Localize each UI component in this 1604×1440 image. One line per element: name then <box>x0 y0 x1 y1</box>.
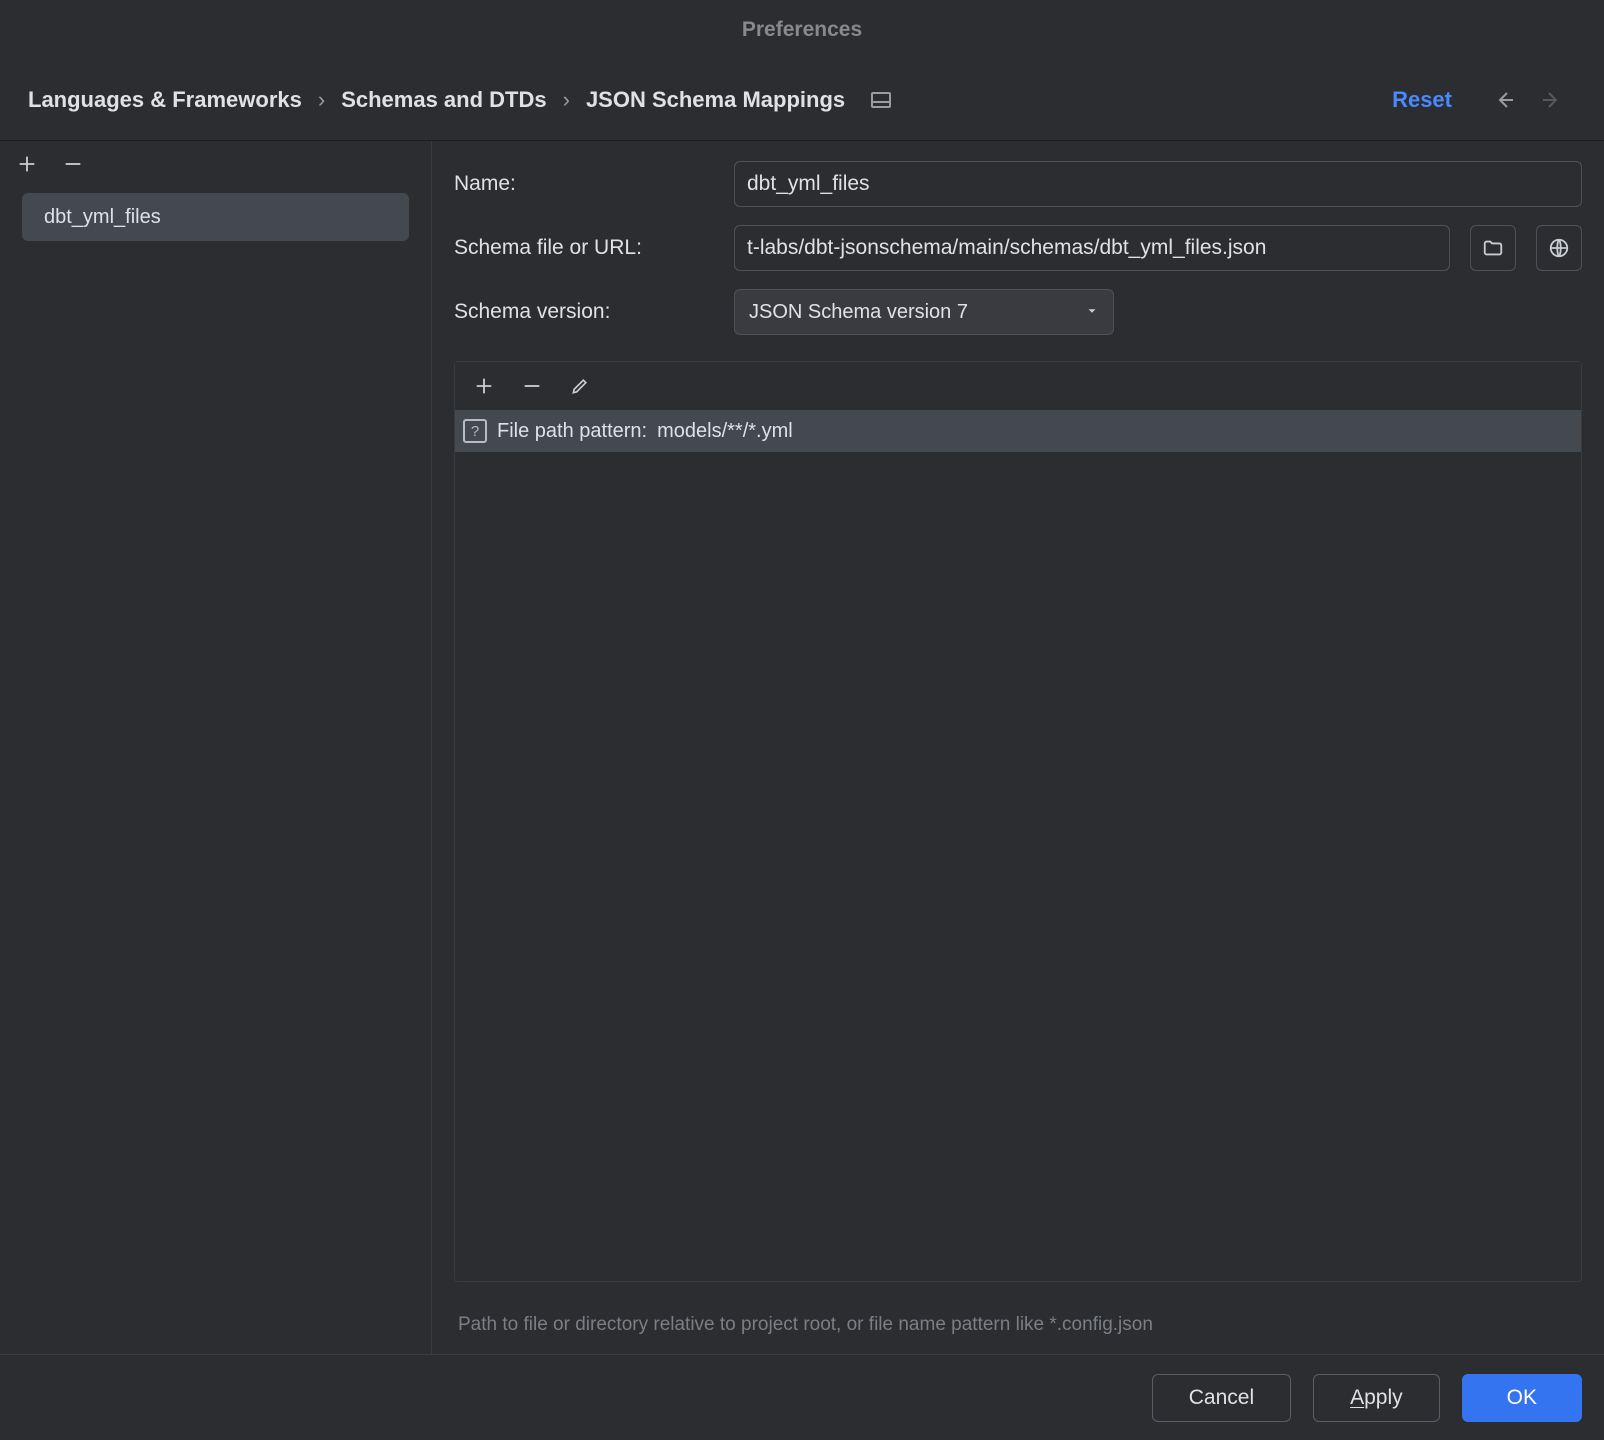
preferences-body: dbt_yml_files Name: Schema file or URL: <box>0 140 1604 1354</box>
schema-detail-panel: Name: Schema file or URL: Schema version… <box>432 141 1604 1354</box>
pattern-toolbar <box>455 362 1581 410</box>
schema-list-sidebar: dbt_yml_files <box>0 141 432 1354</box>
breadcrumb-item[interactable]: Schemas and DTDs <box>341 87 546 113</box>
name-label: Name: <box>454 172 714 196</box>
nav-forward-button[interactable] <box>1538 86 1566 114</box>
pattern-row[interactable]: ? File path pattern: models/**/*.yml <box>455 410 1581 452</box>
window-title: Preferences <box>742 18 862 42</box>
remove-schema-button[interactable] <box>56 147 90 181</box>
chevron-right-icon: › <box>563 87 570 113</box>
cancel-button[interactable]: Cancel <box>1152 1374 1291 1422</box>
apply-button-label: Apply <box>1350 1386 1403 1410</box>
breadcrumb: Languages & Frameworks › Schemas and DTD… <box>28 87 891 113</box>
dialog-footer: Cancel Apply OK <box>0 1354 1604 1440</box>
schema-version-label: Schema version: <box>454 300 714 324</box>
pattern-value: models/**/*.yml <box>657 420 793 443</box>
pattern-hint: Path to file or directory relative to pr… <box>454 1300 1582 1354</box>
reset-link[interactable]: Reset <box>1392 87 1452 113</box>
nav-back-button[interactable] <box>1490 86 1518 114</box>
edit-pattern-button[interactable] <box>563 369 597 403</box>
panel-icon <box>871 92 891 108</box>
remove-pattern-button[interactable] <box>515 369 549 403</box>
schema-version-select[interactable]: JSON Schema version 7 <box>734 289 1114 335</box>
add-schema-button[interactable] <box>10 147 44 181</box>
preferences-window: Preferences Languages & Frameworks › Sch… <box>0 0 1604 1440</box>
ok-button-label: OK <box>1507 1386 1537 1410</box>
schema-list: dbt_yml_files <box>0 187 431 1354</box>
name-input[interactable] <box>734 161 1582 207</box>
pattern-list: ? File path pattern: models/**/*.yml <box>455 410 1581 1281</box>
breadcrumb-item[interactable]: Languages & Frameworks <box>28 87 302 113</box>
add-pattern-button[interactable] <box>467 369 501 403</box>
schema-list-item[interactable]: dbt_yml_files <box>22 193 409 241</box>
chevron-right-icon: › <box>318 87 325 113</box>
schema-list-toolbar <box>0 141 431 187</box>
browse-url-button[interactable] <box>1536 225 1582 271</box>
cancel-button-label: Cancel <box>1189 1386 1254 1410</box>
pattern-type-icon: ? <box>463 419 487 443</box>
schema-file-input[interactable] <box>734 225 1450 271</box>
ok-button[interactable]: OK <box>1462 1374 1582 1422</box>
schema-list-item-label: dbt_yml_files <box>44 206 161 229</box>
window-titlebar: Preferences <box>0 0 1604 60</box>
breadcrumb-item[interactable]: JSON Schema Mappings <box>586 87 845 113</box>
preferences-header: Languages & Frameworks › Schemas and DTD… <box>0 60 1604 140</box>
schema-version-value: JSON Schema version 7 <box>749 301 968 324</box>
schema-file-label: Schema file or URL: <box>454 236 714 260</box>
apply-button[interactable]: Apply <box>1313 1374 1440 1422</box>
pattern-prefix: File path pattern: <box>497 420 647 443</box>
browse-file-button[interactable] <box>1470 225 1516 271</box>
pattern-panel: ? File path pattern: models/**/*.yml <box>454 361 1582 1282</box>
chevron-down-icon <box>1085 301 1099 324</box>
